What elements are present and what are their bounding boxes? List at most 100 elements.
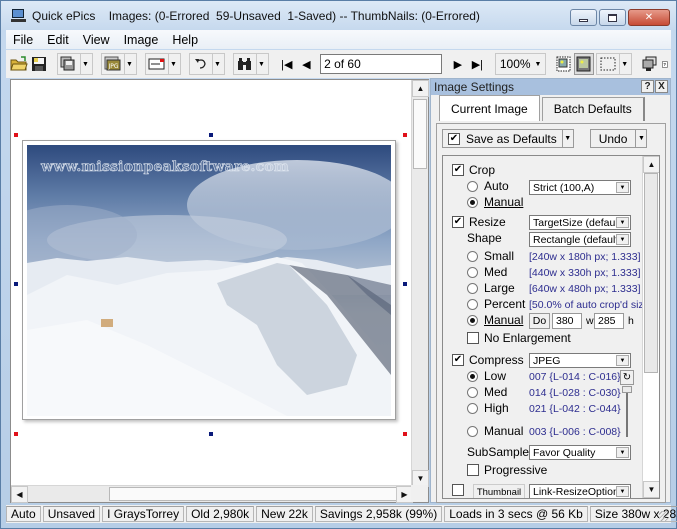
compress-manual-option[interactable]: Manual	[467, 424, 523, 438]
quality-slider-track[interactable]	[626, 389, 628, 437]
no-enlargement-checkbox[interactable]	[467, 332, 479, 344]
resize-large-option[interactable]: Large	[467, 281, 515, 295]
crop-mode-dropdown[interactable]: Strict (100,A) ▼	[529, 180, 631, 195]
open-button[interactable]	[9, 53, 29, 75]
chevron-down-icon[interactable]: ▼	[212, 54, 222, 74]
compress-format-dropdown[interactable]: JPEG ▼	[529, 353, 631, 368]
resize-med-option[interactable]: Med	[467, 265, 507, 279]
crop-handle-bottom-left[interactable]	[14, 432, 18, 436]
subsample-dropdown[interactable]: Favor Quality ▼	[529, 445, 631, 460]
chevron-down-icon[interactable]: ▼	[256, 54, 266, 74]
canvas-vertical-scrollbar[interactable]: ▲ ▼	[411, 80, 429, 487]
thumbnail-checkbox[interactable]	[452, 484, 464, 496]
compress-high-radio[interactable]	[467, 402, 478, 414]
resize-small-radio[interactable]	[467, 250, 478, 262]
chevron-down-icon[interactable]: ▼	[635, 130, 646, 147]
compress-manual-radio[interactable]	[467, 425, 478, 437]
settings-vertical-scrollbar[interactable]: ▲ ▼	[642, 156, 659, 498]
monitor-button[interactable]	[640, 53, 660, 75]
crop-handle-top-left[interactable]	[14, 133, 18, 137]
crop-handle-right[interactable]	[403, 282, 407, 286]
crop-checkbox[interactable]: ✔	[452, 164, 464, 176]
selection-button[interactable]: ▼	[596, 53, 633, 75]
resize-method-dropdown[interactable]: TargetSize (default) ▼	[529, 215, 631, 230]
compress-med-radio[interactable]	[467, 386, 478, 398]
chevron-down-icon[interactable]: ▼	[80, 54, 90, 74]
compress-high-option[interactable]: High	[467, 401, 509, 415]
first-page-button[interactable]: |◀	[277, 53, 297, 75]
crop-handle-bottom-right[interactable]	[403, 432, 407, 436]
resize-large-radio[interactable]	[467, 282, 478, 294]
save-button[interactable]	[29, 53, 49, 75]
next-page-button[interactable]: ▶	[448, 53, 468, 75]
menu-view[interactable]: View	[76, 33, 117, 47]
crop-handle-left[interactable]	[14, 282, 18, 286]
resize-width-input[interactable]: 380	[552, 313, 582, 329]
minimize-button[interactable]	[570, 9, 597, 26]
settings-scroll-up-button[interactable]: ▲	[643, 156, 659, 173]
menu-file[interactable]: File	[6, 33, 40, 47]
crop-handle-bottom[interactable]	[209, 432, 213, 436]
image-canvas[interactable]: www.missionpeaksoftware.com ▲ ▼ ◀ ▶	[10, 79, 429, 503]
info-button[interactable]: ?	[660, 53, 671, 75]
crop-handle-top[interactable]	[209, 133, 213, 137]
panel-help-button[interactable]: ?	[641, 80, 654, 93]
page-number-input[interactable]	[320, 54, 443, 74]
menu-image[interactable]: Image	[117, 33, 166, 47]
tab-batch-defaults[interactable]: Batch Defaults	[541, 97, 645, 121]
compress-low-option[interactable]: Low	[467, 369, 506, 383]
chevron-down-icon[interactable]: ▼	[619, 54, 629, 74]
resize-manual-radio[interactable]	[467, 314, 478, 326]
undo-button[interactable]: ▼	[189, 53, 225, 75]
menu-help[interactable]: Help	[165, 33, 205, 47]
save-as-defaults-button[interactable]: ✔ Save as Defaults ▼	[442, 129, 574, 148]
vertical-scroll-thumb[interactable]	[413, 99, 427, 169]
chevron-down-icon[interactable]: ▼	[561, 130, 573, 147]
canvas-horizontal-scrollbar[interactable]: ◀ ▶	[11, 485, 413, 503]
horizontal-scroll-thumb[interactable]	[109, 487, 401, 501]
fit-image-button[interactable]	[574, 53, 595, 75]
fit-window-button[interactable]	[554, 53, 574, 75]
compress-checkbox[interactable]: ✔	[452, 354, 464, 366]
chevron-down-icon[interactable]: ▼	[168, 54, 178, 74]
menu-edit[interactable]: Edit	[40, 33, 76, 47]
resize-small-option[interactable]: Small	[467, 249, 514, 263]
settings-scroll-down-button[interactable]: ▼	[643, 481, 659, 498]
email-button[interactable]: ▼	[145, 53, 181, 75]
format-button[interactable]: JPG ▼	[101, 53, 137, 75]
resize-percent-option[interactable]: Percent	[467, 297, 525, 311]
close-button[interactable]: ✕	[628, 9, 670, 26]
chevron-down-icon[interactable]: ▼	[124, 54, 134, 74]
previous-page-button[interactable]: ◀	[297, 53, 317, 75]
scroll-left-button[interactable]: ◀	[11, 486, 28, 503]
tab-current-image[interactable]: Current Image	[439, 95, 540, 121]
save-defaults-checkbox[interactable]: ✔	[448, 132, 460, 145]
save-batch-button[interactable]: ▼	[57, 53, 93, 75]
quality-slider-thumb[interactable]	[622, 386, 632, 393]
settings-scroll-thumb[interactable]	[644, 173, 658, 373]
maximize-button[interactable]	[599, 9, 626, 26]
find-button[interactable]: ▼	[233, 53, 269, 75]
do-resize-button[interactable]: Do	[529, 313, 550, 329]
refresh-compress-button[interactable]: ↻	[620, 370, 634, 385]
resize-grip-icon[interactable]	[659, 511, 669, 521]
resize-med-radio[interactable]	[467, 266, 478, 278]
resize-checkbox[interactable]: ✔	[452, 216, 464, 228]
progressive-checkbox[interactable]	[467, 464, 479, 476]
resize-height-input[interactable]: 285	[594, 313, 624, 329]
undo-settings-button[interactable]: Undo ▼	[589, 129, 648, 148]
crop-manual-radio[interactable]	[467, 196, 478, 208]
thumbnail-button[interactable]: Thumbnail	[473, 484, 525, 498]
resize-manual-option[interactable]: Manual	[467, 313, 523, 327]
thumbnail-option-dropdown[interactable]: Link-ResizeOption ▼	[529, 484, 631, 498]
scroll-up-button[interactable]: ▲	[412, 80, 429, 97]
compress-med-option[interactable]: Med	[467, 385, 507, 399]
last-page-button[interactable]: ▶|	[468, 53, 488, 75]
crop-auto-option[interactable]: Auto	[467, 179, 509, 193]
crop-auto-radio[interactable]	[467, 180, 478, 192]
crop-manual-option[interactable]: Manual	[467, 195, 523, 209]
zoom-dropdown[interactable]: 100% ▼	[495, 53, 547, 75]
crop-handle-top-right[interactable]	[403, 133, 407, 137]
resize-percent-radio[interactable]	[467, 298, 478, 310]
shape-dropdown[interactable]: Rectangle (default) ▼	[529, 232, 631, 247]
